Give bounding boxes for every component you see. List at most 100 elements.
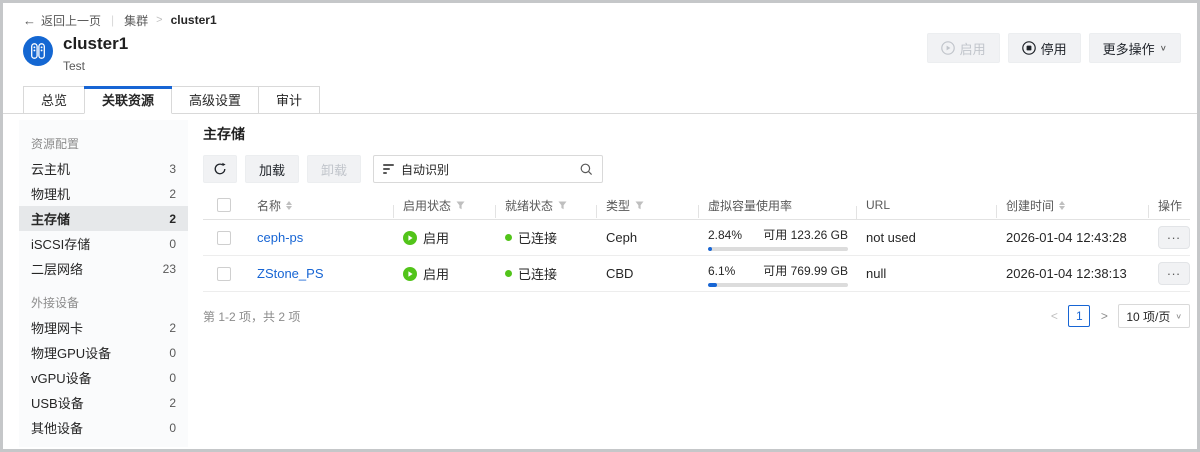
column-header-url: URL [856,198,996,212]
primary-storage-table: 名称 启用状态 就绪状态 类型 虚拟容量使用率 [203,191,1190,292]
enable-button[interactable]: 启用 [927,33,1000,63]
column-header-type[interactable]: 类型 [596,197,698,214]
column-header-ready-state[interactable]: 就绪状态 [495,197,596,214]
sidebar-item-vgpu[interactable]: vGPU设备 0 [19,365,188,390]
filter-icon[interactable] [456,201,465,210]
enable-status-text: 启用 [423,228,449,247]
sidebar-item-vm-instances[interactable]: 云主机 3 [19,156,188,181]
refresh-button[interactable] [203,155,237,183]
search-icon [580,163,593,176]
primary-storage-link[interactable]: ceph-ps [257,230,303,245]
filter-icon[interactable] [558,201,567,210]
row-actions-button[interactable]: ... [1158,262,1190,285]
sort-icon[interactable] [1059,201,1065,210]
breadcrumb-separator-icon: > [156,14,162,26]
chevron-down-icon: ∨ [1175,312,1182,321]
usage-percent: 2.84% [708,228,742,242]
table-footer: 第 1-2 项，共 2 项 < 1 > 10 项/页 ∨ [203,304,1190,328]
pagination: < 1 > 10 项/页 ∨ [1048,304,1190,328]
pagination-next-button[interactable]: > [1098,309,1110,323]
usage-progressbar [708,247,848,251]
url-text: not used [866,230,916,245]
select-all-checkbox[interactable] [217,198,231,212]
ready-status-text: 已连接 [518,264,557,283]
sidebar-item-other-devices[interactable]: 其他设备 0 [19,415,188,440]
created-time-text: 2026-01-04 12:43:28 [1006,230,1127,245]
toolbar: 加载 卸载 自动识别 [203,155,1190,183]
capacity-usage-cell: 6.1% 可用 769.99 GB [708,260,848,287]
disable-button[interactable]: 停用 [1008,33,1081,63]
connected-dot-icon [505,270,512,277]
sidebar-item-physical-gpu[interactable]: 物理GPU设备 0 [19,340,188,365]
sort-icon[interactable] [286,201,292,210]
stop-circle-icon [1022,41,1036,55]
tab-audit[interactable]: 审计 [258,86,320,114]
filter-icon[interactable] [635,201,644,210]
sidebar-item-usb[interactable]: USB设备 2 [19,390,188,415]
column-header-enable-state[interactable]: 启用状态 [393,197,495,214]
storage-type-text: Ceph [606,230,637,245]
pagination-summary: 第 1-2 项，共 2 项 [203,308,300,325]
created-time-text: 2026-01-04 12:38:13 [1006,266,1127,281]
storage-type-text: CBD [606,266,633,281]
table-row: ZStone_PS 启用 已连接 CB [203,256,1190,292]
main-content: 主存储 加载 卸载 自动识别 [203,120,1190,447]
enable-status-text: 启用 [423,264,449,283]
page-size-value: 10 项/页 [1126,308,1170,325]
column-header-name[interactable]: 名称 [247,197,393,214]
usage-percent: 6.1% [708,264,735,278]
sidebar-section-title: 资源配置 [19,132,188,156]
breadcrumb: ← 返回上一页 | 集群 > cluster1 [3,3,1197,27]
capacity-usage-cell: 2.84% 可用 123.26 GB [708,224,848,251]
back-link-label: 返回上一页 [41,12,101,29]
url-text: null [866,266,886,281]
row-checkbox[interactable] [217,267,231,281]
sidebar-item-physical-nic[interactable]: 物理网卡 2 [19,315,188,340]
sidebar-item-physical-hosts[interactable]: 物理机 2 [19,181,188,206]
enabled-status-icon [403,267,417,281]
sidebar-item-l2-network[interactable]: 二层网络 23 [19,256,188,281]
cluster-icon [23,36,53,66]
primary-storage-link[interactable]: ZStone_PS [257,266,324,281]
page-subtitle: Test [63,59,128,73]
more-actions-label: 更多操作 [1103,39,1155,58]
search-filter-text: 自动识别 [401,161,573,178]
enabled-status-icon [403,231,417,245]
back-arrow-icon: ← [23,13,36,28]
pagination-prev-button[interactable]: < [1048,309,1060,323]
more-actions-button[interactable]: 更多操作 ∨ [1089,33,1181,63]
tab-advanced-settings[interactable]: 高级设置 [171,86,259,114]
column-header-capacity-usage: 虚拟容量使用率 [698,197,856,214]
pagination-page-1[interactable]: 1 [1068,305,1090,327]
sidebar-item-iscsi-storage[interactable]: iSCSI存储 0 [19,231,188,256]
play-circle-icon [941,41,955,55]
chevron-down-icon: ∨ [1160,44,1167,53]
unload-button[interactable]: 卸载 [307,155,361,183]
enable-button-label: 启用 [960,39,986,58]
breadcrumb-divider: | [111,13,114,27]
table-header-row: 名称 启用状态 就绪状态 类型 虚拟容量使用率 [203,191,1190,220]
row-actions-button[interactable]: ... [1158,226,1190,249]
sidebar: 资源配置 云主机 3 物理机 2 主存储 2 iSCSI存储 0 二层网络 23… [19,120,188,447]
usage-available: 可用 123.26 GB [763,226,848,243]
page-title: cluster1 [63,33,128,55]
back-link[interactable]: ← 返回上一页 [23,12,101,29]
table-row: ceph-ps 启用 已连接 Ceph [203,220,1190,256]
breadcrumb-section[interactable]: 集群 [124,12,148,29]
breadcrumb-current: cluster1 [171,13,217,27]
row-checkbox[interactable] [217,231,231,245]
tab-related-resources[interactable]: 关联资源 [84,86,172,114]
tab-overview[interactable]: 总览 [23,86,85,114]
header-actions: 启用 停用 更多操作 ∨ [927,33,1181,63]
filter-lines-icon [383,164,394,174]
usage-progressbar [708,283,848,287]
usage-available: 可用 769.99 GB [763,262,848,279]
search-input[interactable]: 自动识别 [373,155,603,183]
load-button[interactable]: 加载 [245,155,299,183]
refresh-icon [213,162,227,176]
connected-dot-icon [505,234,512,241]
column-header-created-time[interactable]: 创建时间 [996,197,1148,214]
sidebar-section-title: 外接设备 [19,291,188,315]
sidebar-item-primary-storage[interactable]: 主存储 2 [19,206,188,231]
page-size-select[interactable]: 10 项/页 ∨ [1118,304,1190,328]
